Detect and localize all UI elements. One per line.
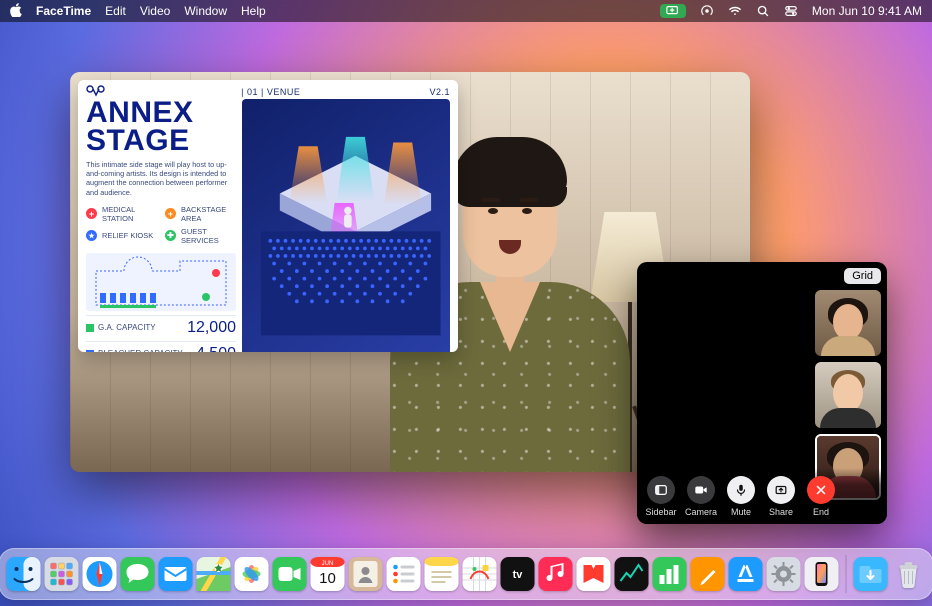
wifi-icon[interactable] (728, 4, 742, 18)
menubar-clock[interactable]: Mon Jun 10 9:41 AM (812, 4, 922, 18)
shared-screen-overlay[interactable]: | 01 | VENUE V2.1 ANNEX STAGE This intim… (78, 80, 458, 352)
doc-minimap (86, 253, 236, 311)
menu-edit[interactable]: Edit (105, 4, 126, 18)
dock-messages[interactable] (121, 557, 155, 591)
menu-help[interactable]: Help (241, 4, 266, 18)
guest-icon (165, 230, 176, 241)
dock-music[interactable] (539, 557, 573, 591)
dock-downloads[interactable] (854, 557, 888, 591)
stat-bleacher: BLEACHER CAPACITY 4,500 (86, 341, 236, 352)
svg-text:tv: tv (513, 569, 524, 581)
dock-notes[interactable] (425, 557, 459, 591)
dock-appstore[interactable] (729, 557, 763, 591)
doc-breadcrumb: | 01 | VENUE (241, 87, 300, 97)
doc-version: V2.1 (429, 87, 450, 97)
share-button[interactable]: Share (763, 476, 799, 517)
participant-tile[interactable] (815, 290, 881, 356)
dock-reminders[interactable] (387, 557, 421, 591)
dock-facetime[interactable] (273, 557, 307, 591)
dock-calendar[interactable]: JUN 10 (311, 557, 345, 591)
dock-numbers[interactable] (653, 557, 687, 591)
doc-legend: MEDICAL STATION BACKSTAGE AREA RELIEF KI… (86, 205, 236, 245)
control-center-icon[interactable] (784, 4, 798, 18)
dock-iphone-mirroring[interactable] (805, 557, 839, 591)
stat-ga: G.A. CAPACITY 12,000 (86, 315, 236, 337)
dock-tv[interactable]: tv (501, 557, 535, 591)
participant-tile[interactable] (815, 362, 881, 428)
svg-text:10: 10 (319, 570, 336, 587)
svg-text:JUN: JUN (322, 561, 334, 567)
dock-trash[interactable] (892, 557, 926, 591)
screen-sharing-indicator[interactable] (660, 4, 686, 18)
facetime-panel[interactable]: Grid Sidebar Camera Mute Share (637, 262, 887, 524)
dock-mail[interactable] (159, 557, 193, 591)
end-call-button[interactable]: End (803, 476, 839, 517)
dock-contacts[interactable] (349, 557, 383, 591)
dock-photos[interactable] (235, 557, 269, 591)
airdrop-icon[interactable] (700, 4, 714, 18)
facetime-controls: Sidebar Camera Mute Share End (637, 468, 887, 524)
menubar: FaceTime Edit Video Window Help Mon Jun … (0, 0, 932, 22)
mute-button[interactable]: Mute (723, 476, 759, 517)
grid-toggle[interactable]: Grid (844, 268, 881, 284)
dock-finder[interactable] (7, 557, 41, 591)
dock-settings[interactable] (767, 557, 801, 591)
medical-icon (86, 208, 97, 219)
doc-description: This intimate side stage will play host … (86, 160, 236, 196)
dock-pages[interactable] (691, 557, 725, 591)
camera-button[interactable]: Camera (683, 476, 719, 517)
apple-menu[interactable] (10, 3, 22, 20)
app-menu[interactable]: FaceTime (36, 4, 91, 18)
dock-news[interactable] (577, 557, 611, 591)
dock-safari[interactable] (83, 557, 117, 591)
desktop: FaceTime Edit Video Window Help Mon Jun … (0, 0, 932, 606)
doc-isometric-map (242, 99, 450, 352)
relief-icon (86, 230, 97, 241)
dock-freeform[interactable] (463, 557, 497, 591)
dock-separator (846, 555, 847, 593)
sidebar-button[interactable]: Sidebar (643, 476, 679, 517)
dock-stocks[interactable] (615, 557, 649, 591)
menu-video[interactable]: Video (140, 4, 170, 18)
doc-title: ANNEX STAGE (86, 99, 236, 154)
dock-maps[interactable] (197, 557, 231, 591)
dock-launchpad[interactable] (45, 557, 79, 591)
backstage-icon (165, 208, 176, 219)
menu-window[interactable]: Window (184, 4, 227, 18)
dock: JUN 10 tv (0, 548, 932, 600)
spotlight-icon[interactable] (756, 4, 770, 18)
